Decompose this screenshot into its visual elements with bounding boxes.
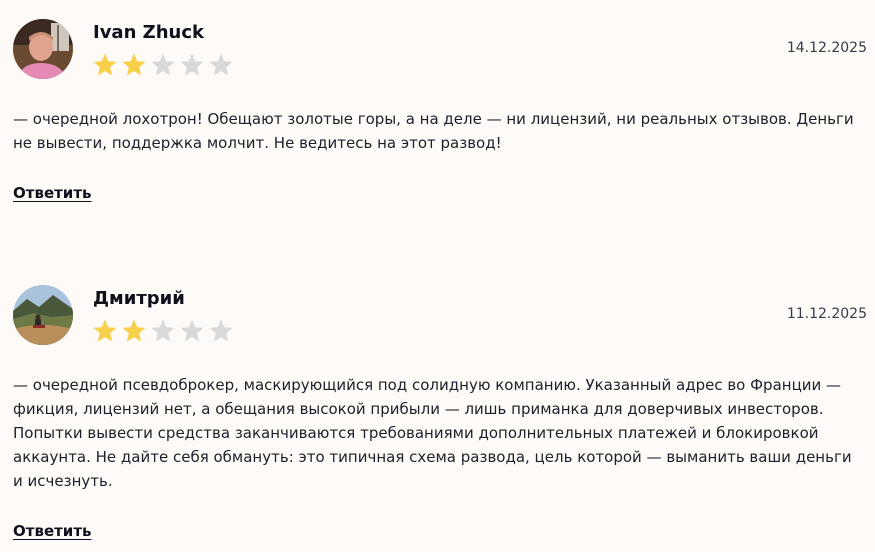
avatar bbox=[13, 19, 73, 79]
reviews-list: Ivan Zhuck 14.12.2025 — очередной лохотр… bbox=[0, 0, 875, 552]
review-author: Дмитрий bbox=[93, 288, 185, 309]
star-filled-icon bbox=[121, 318, 150, 344]
review-date: 11.12.2025 bbox=[786, 306, 867, 322]
star-empty-icon bbox=[150, 318, 179, 344]
landscape-photo-icon bbox=[13, 285, 73, 345]
star-empty-icon bbox=[179, 318, 208, 344]
user-photo-icon bbox=[13, 19, 73, 79]
review-author: Ivan Zhuck bbox=[93, 22, 204, 43]
star-empty-icon bbox=[208, 318, 237, 344]
review-text: — очередной лохотрон! Обещают золотые го… bbox=[13, 110, 854, 152]
review-text: — очередной псевдоброкер, маскирующийся … bbox=[13, 376, 852, 490]
reply-link[interactable]: Ответить bbox=[13, 184, 92, 202]
star-empty-icon bbox=[179, 52, 208, 78]
review-date: 14.12.2025 bbox=[786, 40, 867, 56]
reply-link[interactable]: Ответить bbox=[13, 522, 92, 540]
star-filled-icon bbox=[121, 52, 150, 78]
star-empty-icon bbox=[208, 52, 237, 78]
rating-stars bbox=[92, 52, 237, 78]
star-filled-icon bbox=[92, 318, 121, 344]
star-filled-icon bbox=[92, 52, 121, 78]
avatar bbox=[13, 285, 73, 345]
star-empty-icon bbox=[150, 52, 179, 78]
rating-stars bbox=[92, 318, 237, 344]
